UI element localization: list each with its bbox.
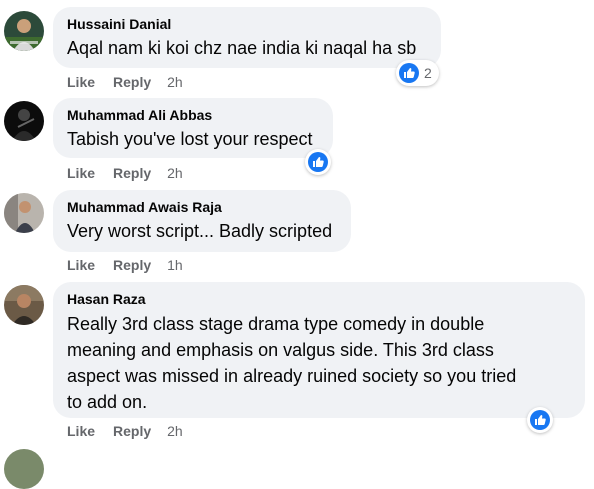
reaction-badge[interactable] [305,149,331,175]
reaction-badge[interactable]: 2 [396,60,439,86]
reply-button[interactable]: Reply [113,423,151,439]
thumbs-up-icon [399,63,419,83]
avatar[interactable] [4,101,44,141]
reaction-badge[interactable] [527,407,553,433]
comment-actions: Like Reply 2h [67,163,183,183]
avatar[interactable] [4,285,44,325]
comment-bubble: Hasan Raza Really 3rd class stage drama … [53,282,585,418]
comment-text: Really 3rd class stage drama type comedy… [67,311,571,415]
reply-button[interactable]: Reply [113,257,151,273]
thumbs-up-icon [308,152,328,172]
comment-bubble: Muhammad Awais Raja Very worst script...… [53,190,351,252]
timestamp[interactable]: 1h [167,257,183,273]
comment-text-line: aspect was missed in already ruined soci… [67,366,517,386]
avatar[interactable] [4,193,44,233]
comment-text-line: to add on. [67,392,148,412]
timestamp[interactable]: 2h [167,423,183,439]
thumbs-up-icon [530,410,550,430]
comment-actions: Like Reply 2h [67,72,183,92]
reply-button[interactable]: Reply [113,74,151,90]
timestamp[interactable]: 2h [167,74,183,90]
reply-button[interactable]: Reply [113,165,151,181]
avatar[interactable] [4,449,44,489]
comment-actions: Like Reply 1h [67,255,183,275]
like-button[interactable]: Like [67,165,95,181]
comment-text: Aqal nam ki koi chz nae india ki naqal h… [67,38,417,58]
comment-bubble: Muhammad Ali Abbas Tabish you've lost yo… [53,98,333,158]
avatar[interactable] [4,11,44,51]
comment-text: Very worst script... Badly scripted [67,221,333,241]
comment-author[interactable]: Hussaini Danial [67,15,427,33]
reaction-count: 2 [424,65,432,81]
comment-author[interactable]: Hasan Raza [67,290,571,308]
comment-bubble: Hussaini Danial Aqal nam ki koi chz nae … [53,7,441,68]
like-button[interactable]: Like [67,74,95,90]
comment-actions: Like Reply 2h [67,421,183,441]
comment-author[interactable]: Muhammad Awais Raja [67,198,337,216]
like-button[interactable]: Like [67,257,95,273]
comment-text: Tabish you've lost your respect [67,129,313,149]
like-button[interactable]: Like [67,423,95,439]
timestamp[interactable]: 2h [167,165,183,181]
comment-text-line: meaning and emphasis on valgus side. Thi… [67,340,494,360]
comment-text-line: Really 3rd class stage drama type comedy… [67,314,485,334]
comment-author[interactable]: Muhammad Ali Abbas [67,106,319,124]
